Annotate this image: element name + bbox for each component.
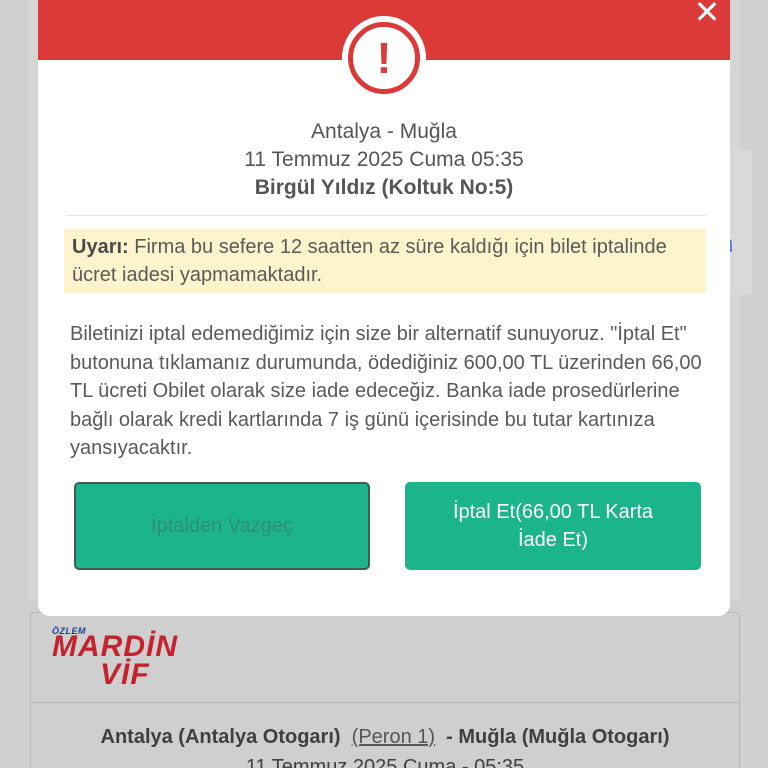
logo-sub-text: VİF bbox=[100, 658, 150, 691]
ticket-route: Antalya (Antalya Otogarı) (Peron 1) - Mu… bbox=[30, 726, 740, 749]
cancel-refund-label: İptalden Vazgeç bbox=[151, 515, 293, 537]
route-origin: Antalya (Antalya Otogarı) bbox=[100, 726, 341, 748]
cancel-ticket-modal: ✕ ! Antalya - Muğla 11 Temmuz 2025 Cuma … bbox=[38, 0, 730, 616]
passenger-info: Birgül Yıldız (Koltuk No:5) bbox=[254, 176, 514, 199]
close-icon[interactable]: ✕ bbox=[692, 0, 722, 28]
exclamation-mark: ! bbox=[376, 34, 392, 83]
exclamation-circle-icon: ! bbox=[348, 22, 420, 94]
peron-link[interactable]: (Peron 1) bbox=[352, 726, 435, 748]
warning-box: Uyarı: Firma bu sefere 12 saatten az sür… bbox=[64, 229, 706, 293]
ticket-date: 11 Temmuz 2025 Cuma - 05:35 bbox=[245, 756, 525, 768]
ticket-card-divider bbox=[30, 702, 740, 703]
warning-label: Uyarı: bbox=[72, 236, 129, 258]
company-logo: ÖZLEM MARDİN VİF bbox=[52, 626, 212, 692]
confirm-cancel-label: İptal Et(66,00 TL Karta İade Et) bbox=[452, 501, 654, 551]
warning-text: Firma bu sefere 12 saatten az süre kaldı… bbox=[72, 236, 667, 286]
trip-datetime: 11 Temmuz 2025 Cuma 05:35 bbox=[244, 148, 524, 171]
alert-badge: ! bbox=[342, 16, 426, 100]
confirm-cancel-button[interactable]: İptal Et(66,00 TL Karta İade Et) bbox=[405, 482, 701, 570]
route-destination: - Muğla (Muğla Otogarı) bbox=[446, 726, 670, 748]
divider bbox=[66, 215, 706, 216]
trip-route: Antalya - Muğla bbox=[311, 120, 457, 143]
cancel-refund-button[interactable]: İptalden Vazgeç bbox=[74, 482, 370, 570]
trip-info: Antalya - Muğla 11 Temmuz 2025 Cuma 05:3… bbox=[38, 118, 730, 202]
refund-explanation: Biletinizi iptal edemediğimiz için size … bbox=[70, 323, 702, 459]
